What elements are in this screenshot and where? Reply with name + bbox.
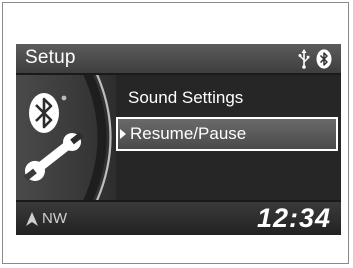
head-unit-screen: Setup Sound Settings Resume/Pause NW 12:… <box>16 44 341 235</box>
clock: 12:34 <box>256 203 331 233</box>
status-bar: NW 12:34 <box>16 200 341 235</box>
menu-item-resume-pause[interactable]: Resume/Pause <box>116 117 338 151</box>
screen-header: Setup <box>16 44 341 75</box>
bluetooth-settings-icon <box>23 93 84 181</box>
menu-item-sound-settings[interactable]: Sound Settings <box>116 81 338 115</box>
usb-icon <box>298 49 310 69</box>
menu-item-label: Sound Settings <box>128 88 244 107</box>
selection-pointer-icon <box>120 129 126 139</box>
compass-direction: NW <box>42 210 67 227</box>
menu-item-label: Resume/Pause <box>130 124 247 143</box>
category-panel <box>16 75 116 200</box>
bluetooth-icon <box>316 49 332 69</box>
compass-arrow-icon <box>26 212 38 226</box>
page-title: Setup <box>25 47 76 68</box>
screen-body: Sound Settings Resume/Pause <box>16 75 341 200</box>
manual-figure-frame: Setup Sound Settings Resume/Pause NW 12:… <box>2 2 349 264</box>
